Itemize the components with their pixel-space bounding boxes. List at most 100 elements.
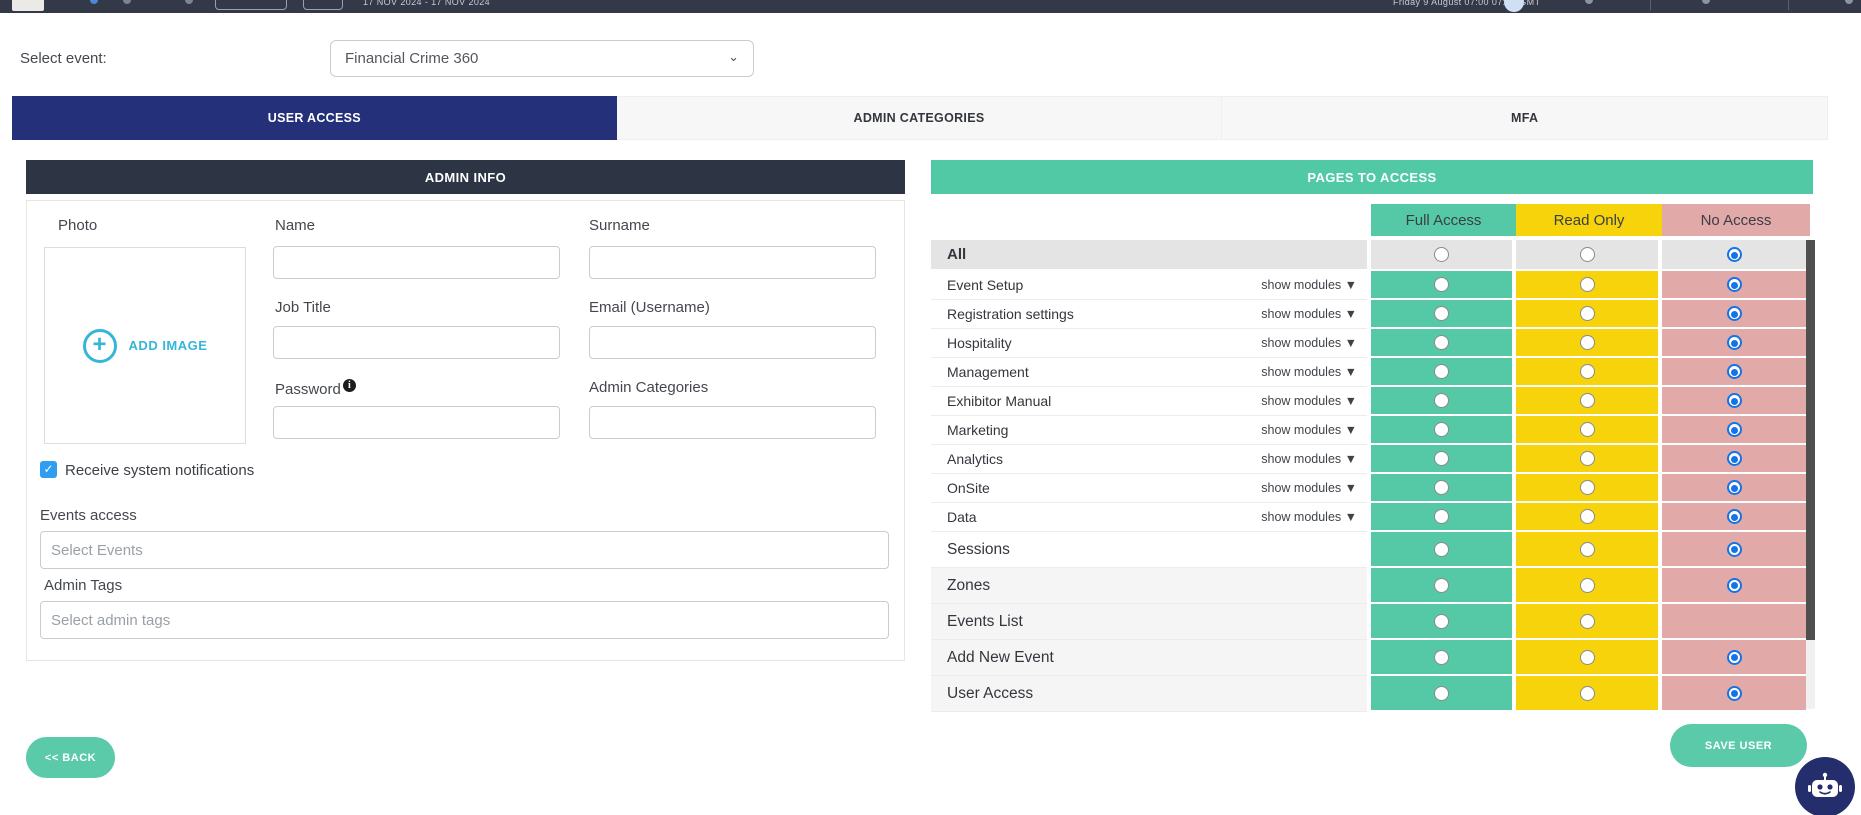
no-access-cell xyxy=(1658,532,1806,568)
name-field[interactable] xyxy=(273,246,560,279)
show-modules-link[interactable]: show modules ▼ xyxy=(1261,365,1357,379)
radio-full-access[interactable] xyxy=(1434,542,1449,557)
radio-read-only[interactable] xyxy=(1580,393,1595,408)
nav-button[interactable] xyxy=(303,0,343,10)
radio-read-only[interactable] xyxy=(1580,578,1595,593)
radio-read-only[interactable] xyxy=(1580,509,1595,524)
radio-full-access[interactable] xyxy=(1434,480,1449,495)
read-access-cell xyxy=(1512,445,1658,474)
show-modules-link[interactable]: show modules ▼ xyxy=(1261,336,1357,350)
radio-full-access[interactable] xyxy=(1434,335,1449,350)
radio-full-access[interactable] xyxy=(1434,393,1449,408)
app-logo[interactable] xyxy=(12,0,44,11)
read-only-column-header: Read Only xyxy=(1516,204,1662,236)
radio-no-access[interactable] xyxy=(1727,277,1742,292)
radio-full-access[interactable] xyxy=(1434,509,1449,524)
job-title-field[interactable] xyxy=(273,326,560,359)
table-scrollbar[interactable] xyxy=(1806,240,1815,709)
radio-read-only[interactable] xyxy=(1580,247,1595,262)
radio-read-only[interactable] xyxy=(1580,650,1595,665)
radio-no-access[interactable] xyxy=(1727,306,1742,321)
radio-read-only[interactable] xyxy=(1580,422,1595,437)
event-select-dropdown[interactable]: Financial Crime 360 ⌄ xyxy=(330,40,754,77)
radio-read-only[interactable] xyxy=(1580,364,1595,379)
photo-upload-box[interactable]: + ADD IMAGE xyxy=(44,247,246,444)
radio-full-access[interactable] xyxy=(1434,686,1449,701)
radio-no-access[interactable] xyxy=(1727,393,1742,408)
tab-admin-categories[interactable]: ADMIN CATEGORIES xyxy=(617,96,1223,140)
show-modules-link[interactable]: show modules ▼ xyxy=(1261,481,1357,495)
password-field[interactable] xyxy=(273,406,560,439)
radio-read-only[interactable] xyxy=(1580,614,1595,629)
full-access-cell xyxy=(1367,387,1512,416)
radio-no-access[interactable] xyxy=(1727,335,1742,350)
radio-full-access[interactable] xyxy=(1434,306,1449,321)
tab-mfa[interactable]: MFA xyxy=(1222,96,1828,140)
show-modules-link[interactable]: show modules ▼ xyxy=(1261,278,1357,292)
event-date-range: 17 NOV 2024 - 17 NOV 2024 xyxy=(363,0,490,7)
radio-read-only[interactable] xyxy=(1580,686,1595,701)
radio-no-access[interactable] xyxy=(1727,422,1742,437)
nav-icon[interactable] xyxy=(123,0,131,4)
events-access-label: Events access xyxy=(40,507,137,524)
radio-no-access[interactable] xyxy=(1727,247,1742,262)
events-access-input[interactable] xyxy=(40,531,889,569)
admin-tags-input[interactable] xyxy=(40,601,889,639)
show-modules-link[interactable]: show modules ▼ xyxy=(1261,452,1357,466)
show-modules-link[interactable]: show modules ▼ xyxy=(1261,307,1357,321)
receive-notifications-label: Receive system notifications xyxy=(65,462,254,479)
save-user-button[interactable]: SAVE USER xyxy=(1670,724,1807,767)
no-access-cell xyxy=(1658,640,1806,676)
bell-icon[interactable] xyxy=(1585,0,1593,4)
user-avatar[interactable] xyxy=(1504,0,1524,12)
radio-read-only[interactable] xyxy=(1580,480,1595,495)
nav-icon[interactable] xyxy=(90,0,98,4)
radio-read-only[interactable] xyxy=(1580,451,1595,466)
radio-read-only[interactable] xyxy=(1580,306,1595,321)
access-column-headers: Full Access Read Only No Access xyxy=(931,204,1813,236)
radio-no-access[interactable] xyxy=(1727,451,1742,466)
radio-full-access[interactable] xyxy=(1434,650,1449,665)
radio-full-access[interactable] xyxy=(1434,364,1449,379)
row-label: Events List xyxy=(947,613,1357,631)
access-row-name: Event Setupshow modules ▼ xyxy=(931,271,1367,300)
show-modules-link[interactable]: show modules ▼ xyxy=(1261,394,1357,408)
admin-categories-field[interactable] xyxy=(589,406,876,439)
radio-full-access[interactable] xyxy=(1434,422,1449,437)
radio-full-access[interactable] xyxy=(1434,578,1449,593)
radio-full-access[interactable] xyxy=(1434,277,1449,292)
radio-read-only[interactable] xyxy=(1580,542,1595,557)
radio-no-access[interactable] xyxy=(1727,480,1742,495)
radio-full-access[interactable] xyxy=(1434,247,1449,262)
receive-notifications-checkbox[interactable]: ✓ xyxy=(40,461,57,478)
info-icon[interactable]: i xyxy=(343,379,356,392)
radio-no-access[interactable] xyxy=(1727,650,1742,665)
radio-read-only[interactable] xyxy=(1580,277,1595,292)
admin-categories-label: Admin Categories xyxy=(589,379,708,396)
radio-no-access[interactable] xyxy=(1727,542,1742,557)
radio-no-access[interactable] xyxy=(1727,509,1742,524)
back-button[interactable]: << BACK xyxy=(26,737,115,778)
access-row: Registration settingsshow modules ▼ xyxy=(931,300,1806,329)
menu-icon[interactable] xyxy=(1845,0,1853,4)
surname-field[interactable] xyxy=(589,246,876,279)
tab-user-access[interactable]: USER ACCESS xyxy=(12,96,617,140)
radio-no-access[interactable] xyxy=(1727,578,1742,593)
nav-button[interactable] xyxy=(215,0,287,10)
radio-read-only[interactable] xyxy=(1580,335,1595,350)
password-label: Passwordi xyxy=(275,379,356,398)
no-access-cell xyxy=(1658,271,1806,300)
scrollbar-thumb[interactable] xyxy=(1806,240,1815,640)
row-label: Exhibitor Manual xyxy=(947,393,1261,409)
show-modules-link[interactable]: show modules ▼ xyxy=(1261,423,1357,437)
help-icon[interactable] xyxy=(1702,0,1710,4)
chatbot-icon[interactable] xyxy=(1795,757,1855,815)
access-row: Zones xyxy=(931,568,1806,604)
show-modules-link[interactable]: show modules ▼ xyxy=(1261,510,1357,524)
email-field[interactable] xyxy=(589,326,876,359)
no-access-cell xyxy=(1658,474,1806,503)
radio-full-access[interactable] xyxy=(1434,451,1449,466)
radio-full-access[interactable] xyxy=(1434,614,1449,629)
radio-no-access[interactable] xyxy=(1727,686,1742,701)
radio-no-access[interactable] xyxy=(1727,364,1742,379)
